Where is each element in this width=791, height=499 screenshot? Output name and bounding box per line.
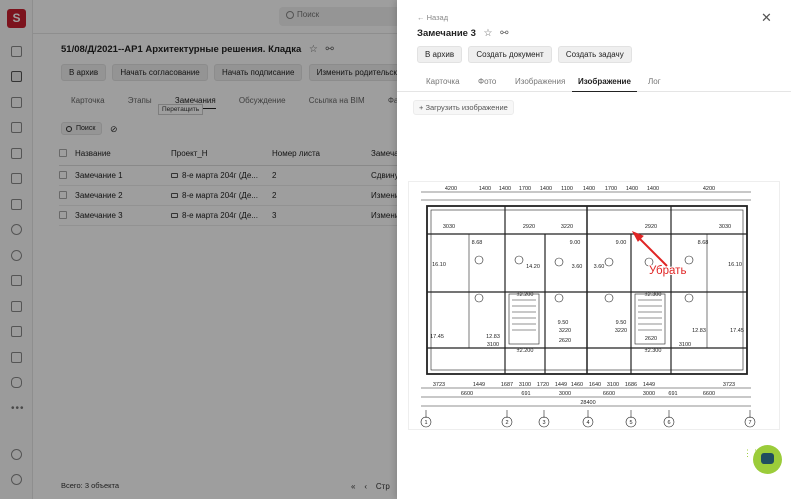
room-label: 2920 — [645, 224, 657, 230]
dim-label: 1400 — [647, 186, 659, 192]
room-label: 3100 — [679, 342, 691, 348]
axis-label: 7 — [748, 420, 751, 426]
dim-label: 1400 — [479, 186, 491, 192]
create-document-button[interactable]: Создать документ — [468, 46, 552, 63]
tab-photo[interactable]: Фото — [478, 77, 496, 86]
panel-actions: В архив Создать документ Создать задачу — [417, 46, 636, 63]
room-label: 17.45 — [730, 328, 744, 334]
back-link-label: Назад — [426, 13, 449, 22]
upload-image-button[interactable]: + Загрузить изображение — [413, 100, 514, 115]
room-label: 3.60 — [572, 264, 583, 270]
dim-label: 1720 — [537, 382, 549, 388]
dim-label: 1100 — [561, 186, 573, 192]
tab-card[interactable]: Карточка — [426, 77, 460, 86]
tab-log[interactable]: Лог — [648, 77, 661, 86]
arrow-left-icon: ← — [417, 13, 425, 22]
create-task-button[interactable]: Создать задачу — [557, 46, 632, 63]
dim-label: 1400 — [583, 186, 595, 192]
panel-title: Замечание 3 ☆ ⚯ — [417, 28, 509, 39]
room-label: 9.00 — [616, 240, 627, 246]
axis-label: 1 — [424, 420, 427, 426]
tab-images[interactable]: Изображения — [515, 77, 565, 86]
room-label: 3220 — [615, 328, 627, 334]
room-label: 3030 — [443, 224, 455, 230]
axis-label: 5 — [629, 420, 632, 426]
dim-label: 4200 — [445, 186, 457, 192]
annotation-arrow — [631, 231, 668, 267]
dim-label: 1400 — [540, 186, 552, 192]
room-label: 2920 — [523, 224, 535, 230]
room-label: 3100 — [487, 342, 499, 348]
level-mark: ±2.200 — [517, 292, 534, 298]
floor-plan-svg: 4200 1400 1400 1700 1400 1100 1400 1700 … — [420, 186, 756, 428]
room-label: 8.68 — [472, 240, 483, 246]
room-label: 3030 — [719, 224, 731, 230]
room-label: 16.10 — [432, 262, 446, 268]
dim-label: 1449 — [473, 382, 485, 388]
dimension-labels: 4200 1400 1400 1700 1400 1100 1400 1700 … — [424, 186, 751, 426]
dim-label: 691 — [521, 391, 530, 397]
room-label: 14.20 — [526, 264, 540, 270]
dim-label: 3723 — [723, 382, 735, 388]
modal-backdrop[interactable] — [0, 0, 397, 499]
star-icon[interactable]: ☆ — [484, 28, 493, 39]
dim-label: 3100 — [519, 382, 531, 388]
dim-label: 1700 — [519, 186, 531, 192]
panel-tabs: Карточка Фото Изображения Изображение Ло… — [397, 70, 791, 92]
panel-title-text: Замечание 3 — [417, 28, 476, 39]
dim-label: 1400 — [499, 186, 511, 192]
chat-bubble-icon — [761, 453, 774, 464]
tab-image[interactable]: Изображение — [572, 77, 637, 92]
support-chat-button[interactable] — [753, 445, 782, 474]
upload-image-label: Загрузить изображение — [425, 103, 508, 112]
plus-icon: + — [419, 103, 424, 112]
dim-label: 3000 — [559, 391, 571, 397]
room-label: 12.83 — [692, 328, 706, 334]
room-label: 3220 — [561, 224, 573, 230]
room-label: 9.50 — [616, 320, 627, 326]
dim-label: 1400 — [626, 186, 638, 192]
archive-button[interactable]: В архив — [417, 46, 463, 63]
back-link[interactable]: ← Назад — [417, 13, 448, 22]
level-mark: ±2.300 — [645, 292, 662, 298]
app-root: S ••• 51/08/Д/2021--АР1 Архитектурные ре… — [0, 0, 791, 499]
axis-label: 4 — [586, 420, 589, 426]
dim-label: 6600 — [603, 391, 615, 397]
dim-label: 3723 — [433, 382, 445, 388]
room-label: 8.68 — [698, 240, 709, 246]
room-label: 9.00 — [570, 240, 581, 246]
dim-label: 1449 — [643, 382, 655, 388]
room-label: 2620 — [559, 338, 571, 344]
dim-label: 1686 — [625, 382, 637, 388]
level-mark: ±2.200 — [517, 348, 534, 354]
axis-label: 3 — [542, 420, 545, 426]
dim-label: 1700 — [605, 186, 617, 192]
dim-label: 1640 — [589, 382, 601, 388]
dim-label: 3100 — [607, 382, 619, 388]
dim-label: 1460 — [571, 382, 583, 388]
room-label: 3220 — [559, 328, 571, 334]
dim-label: 28400 — [580, 400, 595, 406]
dim-label: 4200 — [703, 186, 715, 192]
room-label: 12.83 — [486, 334, 500, 340]
annotation-text: Убрать — [649, 265, 686, 277]
remark-detail-panel: ← Назад ✕ Замечание 3 ☆ ⚯ В архив Создат… — [397, 0, 791, 499]
dim-label: 3000 — [643, 391, 655, 397]
dim-label: 1687 — [501, 382, 513, 388]
dim-label: 1449 — [555, 382, 567, 388]
room-label: 16.10 — [728, 262, 742, 268]
floor-plan-image[interactable]: 4200 1400 1400 1700 1400 1100 1400 1700 … — [408, 181, 780, 430]
room-label: 9.50 — [558, 320, 569, 326]
room-label: 3.60 — [594, 264, 605, 270]
close-icon[interactable]: ✕ — [761, 10, 772, 26]
room-label: 2620 — [645, 336, 657, 342]
axis-label: 2 — [505, 420, 508, 426]
dim-label: 691 — [668, 391, 677, 397]
link-icon[interactable]: ⚯ — [500, 28, 508, 39]
room-label: 17.45 — [430, 334, 444, 340]
dim-label: 6600 — [703, 391, 715, 397]
level-mark: ±2.300 — [645, 348, 662, 354]
dim-label: 6600 — [461, 391, 473, 397]
axis-label: 6 — [667, 420, 670, 426]
